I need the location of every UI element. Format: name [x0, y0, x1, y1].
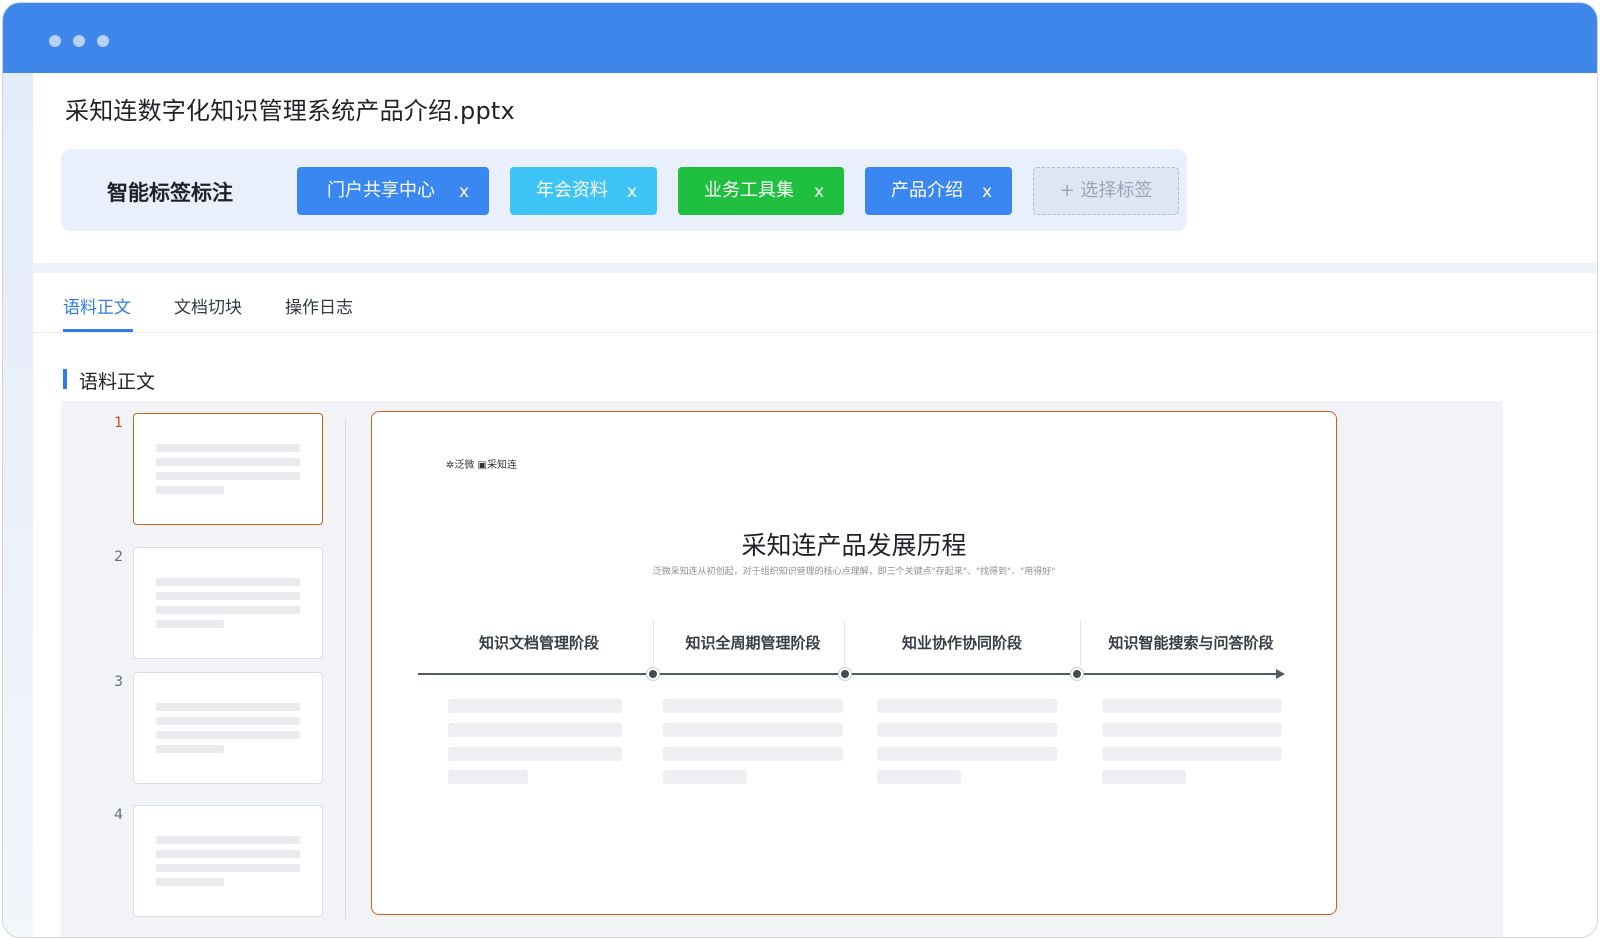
slide-title: 采知连产品发展历程: [741, 531, 967, 560]
window-dot-icon[interactable]: [97, 35, 109, 47]
slide-thumbnail-4[interactable]: [133, 805, 323, 917]
timeline-node-icon: [647, 668, 659, 680]
phase-divider: [653, 620, 654, 666]
tag-annual-meeting[interactable]: 年会资料 x: [510, 167, 657, 215]
panel-divider: [345, 419, 346, 919]
slide-viewer: 1 2 3 4 ✲泛微 ▣采知连 采知连产品发展历程 泛微采知连从初创起，对于组…: [61, 401, 1503, 937]
slide-thumbnail-1[interactable]: [133, 413, 323, 525]
tag-portal-share-center[interactable]: 门户共享中心 x: [297, 167, 489, 215]
tag-remove-icon[interactable]: x: [459, 168, 469, 216]
thumbnail-number: 2: [114, 549, 123, 565]
thumbnail-number: 1: [114, 415, 123, 431]
tag-label: 年会资料: [536, 180, 608, 201]
content-card: 语料正文 文档切块 操作日志 语料正文 1 2 3 4 ✲泛微 ▣采知连 采知连…: [33, 273, 1597, 937]
left-gutter: [3, 73, 33, 937]
slide-subtitle: 泛微采知连从初创起，对于组织知识管理的核心点理解，即三个关键点"存起来"、"找得…: [652, 567, 1056, 577]
select-tag-button[interactable]: + 选择标签: [1033, 167, 1179, 215]
tag-product-intro[interactable]: 产品介绍 x: [865, 167, 1012, 215]
window-titlebar: [3, 3, 1597, 73]
tag-label: 门户共享中心: [327, 180, 435, 201]
timeline-node-icon: [1071, 668, 1083, 680]
tab-operation-log[interactable]: 操作日志: [285, 293, 353, 318]
tag-business-tools[interactable]: 业务工具集 x: [678, 167, 844, 215]
phase-label: 知识全周期管理阶段: [685, 634, 821, 652]
tag-label: 业务工具集: [704, 180, 794, 201]
section-title: 语料正文: [79, 371, 156, 393]
phase-divider: [844, 620, 845, 666]
tag-remove-icon[interactable]: x: [982, 168, 992, 216]
slide-preview: ✲泛微 ▣采知连 采知连产品发展历程 泛微采知连从初创起，对于组织知识管理的核心…: [371, 411, 1337, 915]
timeline-node-icon: [839, 668, 851, 680]
tag-remove-icon[interactable]: x: [814, 168, 824, 216]
phase-label: 知识文档管理阶段: [478, 634, 599, 652]
active-tab-indicator: [63, 329, 133, 332]
timeline-arrow-icon: [1276, 669, 1285, 679]
document-header: 采知连数字化知识管理系统产品介绍.pptx 智能标签标注 门户共享中心 x 年会…: [33, 73, 1597, 263]
smart-tag-panel: 智能标签标注 门户共享中心 x 年会资料 x 业务工具集 x 产品介绍 x + …: [61, 149, 1187, 231]
tab-document-chunks[interactable]: 文档切块: [174, 293, 242, 318]
phase-divider: [1080, 620, 1081, 666]
file-title: 采知连数字化知识管理系统产品介绍.pptx: [65, 97, 515, 125]
section-accent-bar: [63, 369, 67, 389]
smart-tag-label: 智能标签标注: [107, 181, 233, 205]
tab-bar: 语料正文 文档切块 操作日志: [33, 273, 1597, 333]
tab-corpus-text[interactable]: 语料正文: [63, 293, 131, 318]
thumbnail-number: 4: [114, 807, 123, 823]
phase-label: 知业协作协同阶段: [901, 634, 1022, 652]
window-dot-icon[interactable]: [73, 35, 85, 47]
slide-thumbnail-2[interactable]: [133, 547, 323, 659]
slide-thumbnail-3[interactable]: [133, 672, 323, 784]
tag-label: 产品介绍: [891, 180, 963, 201]
window-dot-icon[interactable]: [49, 35, 61, 47]
thumbnail-number: 3: [114, 674, 123, 690]
app-window: 采知连数字化知识管理系统产品介绍.pptx 智能标签标注 门户共享中心 x 年会…: [2, 2, 1598, 938]
brand-logo: ✲泛微 ▣采知连: [446, 460, 518, 471]
tag-remove-icon[interactable]: x: [627, 168, 637, 216]
phase-label: 知识智能搜索与问答阶段: [1108, 634, 1274, 652]
